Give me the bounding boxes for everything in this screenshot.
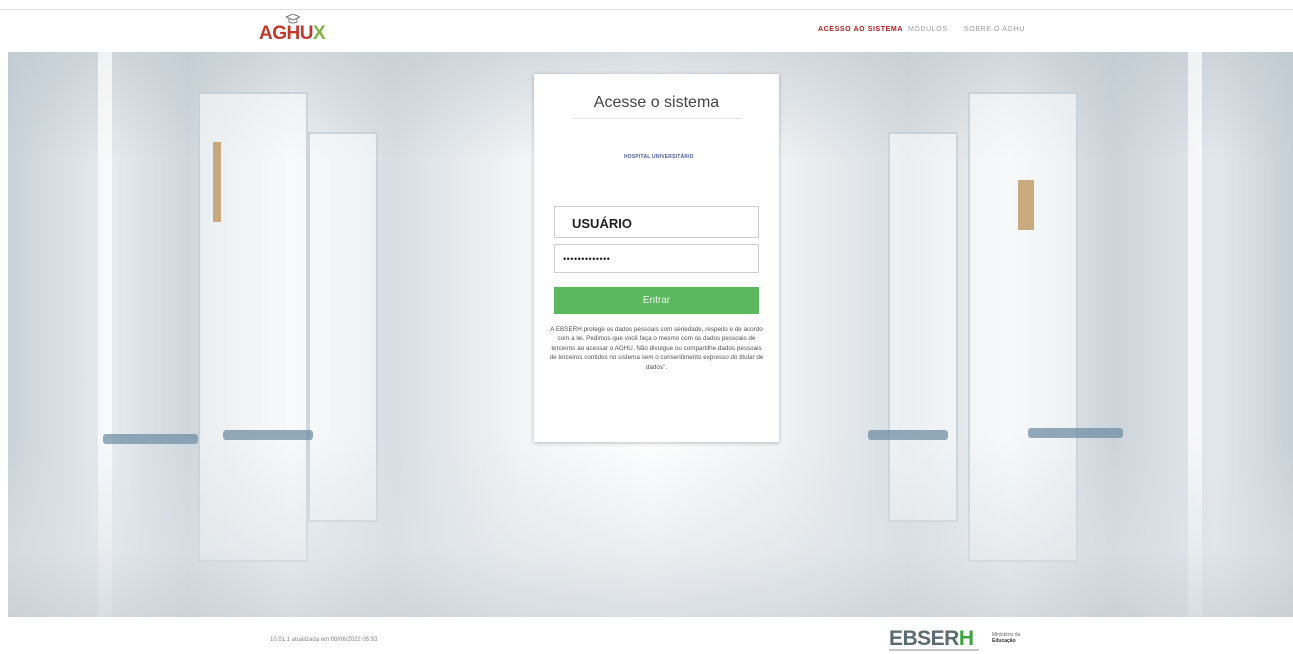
login-button[interactable]: Entrar <box>554 287 759 314</box>
login-card: Acesse o sistema HOSPITAL UNIVERSITÁRIO … <box>534 74 779 442</box>
ebserh-logo-main: EBSER <box>889 627 959 650</box>
header-divider <box>0 9 1293 10</box>
background-door-sign <box>213 142 221 222</box>
top-header: AGHUX ACESSO AO SISTEMA MÓDULOS SOBRE O … <box>0 0 1293 52</box>
nav-modulos[interactable]: MÓDULOS <box>908 26 948 33</box>
main-nav: ACESSO AO SISTEMA MÓDULOS SOBRE O AGHU <box>0 26 1293 38</box>
login-title: Acesse o sistema <box>593 94 720 111</box>
nav-acesso-ao-sistema[interactable]: ACESSO AO SISTEMA <box>818 26 903 33</box>
ministry-of-education-logo: Ministério da Educação <box>992 632 1032 644</box>
background-door-sign <box>1018 180 1034 230</box>
ministry-line-2: Educação <box>992 638 1016 644</box>
background-floor <box>8 435 1293 625</box>
nav-sobre-o-aghu[interactable]: SOBRE O AGHU <box>964 26 1025 33</box>
ebserh-logo: EBSERH <box>889 627 974 651</box>
login-title-divider <box>572 118 742 119</box>
background-bottom-edge <box>8 617 1293 625</box>
privacy-notice: A EBSERH protege os dados pessoais com s… <box>549 326 764 371</box>
hospital-name: HOSPITAL UNIVERSITÁRIO <box>624 154 694 160</box>
version-info: 10.51.1 atualizada em 08/06/2022 05:53 <box>270 637 378 643</box>
password-field[interactable]: ••••••••••••• <box>554 244 759 273</box>
ebserh-logo-h: H <box>958 627 974 650</box>
username-field[interactable]: USUÁRIO <box>554 206 759 238</box>
ebserh-logo-underline <box>889 649 979 651</box>
